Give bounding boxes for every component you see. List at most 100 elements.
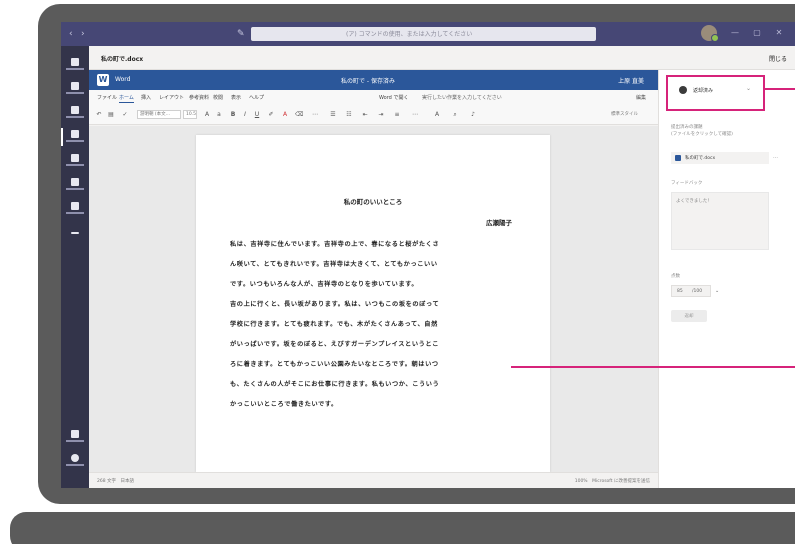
- rail-help[interactable]: [61, 450, 89, 472]
- submitted-file[interactable]: 私の町で.docx: [671, 152, 769, 164]
- tab-review[interactable]: 校閲: [213, 94, 223, 101]
- font-size-select[interactable]: 10.5: [183, 110, 197, 119]
- rail-files[interactable]: [61, 198, 89, 220]
- close-button[interactable]: 閉じる: [769, 54, 787, 63]
- files-section-sub: (ファイルをクリックして確認): [671, 132, 733, 137]
- rail-label: [66, 440, 84, 442]
- font-name-select[interactable]: 游明朝 (本文…: [137, 110, 181, 119]
- points-score: 85: [677, 289, 683, 294]
- document-line: も、たくさんの人がそこにお仕事に行きます。私もいつか、こういう: [230, 381, 440, 388]
- more-icon[interactable]: ⋯: [311, 111, 319, 118]
- bell-icon: [71, 58, 79, 66]
- grading-panel: 返却済み ⌄ 提出済みの課題 (ファイルをクリックして確認) 私の町で.docx…: [658, 70, 795, 488]
- avatar[interactable]: [701, 25, 719, 42]
- more-options-icon[interactable]: …: [773, 154, 778, 160]
- document-page[interactable]: 私の町のいいところ 広瀬陽子 私は、吉祥寺に住んでいます。吉祥寺の上で、春になる…: [196, 135, 550, 472]
- rail-label: [66, 212, 84, 214]
- callout-highlight: [666, 75, 765, 111]
- tab-layout[interactable]: レイアウト: [159, 94, 184, 101]
- style-select[interactable]: 標準スタイル: [611, 110, 647, 119]
- shrink-font-icon[interactable]: a: [215, 111, 223, 118]
- files-section-label: 提出済みの課題: [671, 125, 703, 130]
- search-placeholder: (ア) コマンドの使用、または入力してください: [346, 31, 473, 38]
- numbering-icon[interactable]: ☷: [345, 111, 353, 118]
- rail-label: [66, 464, 84, 466]
- help-icon: [71, 454, 79, 462]
- phone-icon: [71, 178, 79, 186]
- document-title: 私の町のいいところ: [343, 198, 403, 206]
- more-icon: [71, 232, 79, 234]
- rail-calls[interactable]: [61, 174, 89, 196]
- return-label: 返却: [684, 314, 694, 319]
- underline-icon[interactable]: U: [253, 111, 261, 118]
- clear-format-icon[interactable]: ⌫: [295, 111, 303, 118]
- search-input[interactable]: (ア) コマンドの使用、または入力してください: [251, 27, 596, 41]
- more-paragraph-icon[interactable]: ⋯: [411, 111, 419, 118]
- align-icon[interactable]: ≡: [393, 111, 401, 118]
- tab-help[interactable]: ヘルプ: [249, 94, 264, 101]
- document-line: がいっぱいです。坂をのぼると、えびすガーデンプレイスというとこ: [230, 341, 439, 348]
- word-file-icon: [675, 155, 681, 161]
- outdent-icon[interactable]: ⇤: [361, 111, 369, 118]
- return-button[interactable]: 返却: [671, 310, 707, 322]
- status-right[interactable]: 100% Microsoft に改善提案を送信: [575, 478, 650, 484]
- styles-icon[interactable]: A: [433, 111, 441, 118]
- bullets-icon[interactable]: ☰: [329, 111, 337, 118]
- close-window-icon[interactable]: ✕: [773, 27, 785, 39]
- edit-mode[interactable]: 編集: [636, 94, 646, 101]
- rail-apps[interactable]: [61, 426, 89, 448]
- back-icon[interactable]: ‹: [69, 29, 79, 39]
- clipboard-icon[interactable]: ▤: [107, 111, 115, 118]
- laptop-base: [10, 512, 795, 544]
- chevron-down-icon[interactable]: ⌄: [715, 288, 719, 294]
- rail-teams[interactable]: [61, 102, 89, 124]
- forward-icon[interactable]: ›: [81, 29, 91, 39]
- highlight-icon[interactable]: ✐: [267, 111, 275, 118]
- points-input[interactable]: 85 /100: [671, 285, 711, 297]
- tab-open-in-word[interactable]: Word で開く: [379, 94, 408, 101]
- feedback-text: よくできました！: [676, 199, 712, 204]
- bold-icon[interactable]: B: [229, 111, 237, 118]
- word-app-label: Word: [115, 76, 131, 83]
- tab-insert[interactable]: 挿入: [141, 94, 151, 101]
- teams-titlebar: ‹ › ✎ (ア) コマンドの使用、または入力してください — ▢ ✕: [61, 22, 795, 46]
- document-canvas[interactable]: 私の町のいいところ 広瀬陽子 私は、吉祥寺に住んでいます。吉祥寺の上で、春になる…: [89, 126, 658, 472]
- points-total: /100: [692, 289, 703, 294]
- minimize-icon[interactable]: —: [729, 27, 741, 39]
- rail-label: [66, 188, 84, 190]
- document-author: 広瀬陽子: [486, 219, 512, 227]
- rail-calendar[interactable]: [61, 150, 89, 172]
- rail-chat[interactable]: [61, 78, 89, 100]
- tab-home[interactable]: ホーム: [119, 94, 134, 103]
- find-icon[interactable]: ⌕: [451, 111, 459, 118]
- tell-me-search[interactable]: 実行したい作業を入力してください: [422, 94, 502, 101]
- document-line: ろに着きます。とてもかっこいい公園みたいなところです。朝はいつ: [230, 361, 439, 368]
- rail-label: [66, 116, 84, 118]
- document-line: かっこいいところで働きたいです。: [230, 401, 338, 408]
- rail-more[interactable]: [61, 224, 89, 246]
- rail-label: [66, 164, 84, 166]
- rail-activity[interactable]: [61, 54, 89, 76]
- document-line: 吉の上に行くと、長い坂があります。私は、いつもこの坂をのぼって: [230, 301, 440, 308]
- calendar-icon: [71, 154, 79, 162]
- undo-icon[interactable]: ↶: [95, 111, 103, 118]
- teams-icon: [71, 106, 79, 114]
- maximize-icon[interactable]: ▢: [751, 27, 763, 39]
- grow-font-icon[interactable]: A: [203, 111, 211, 118]
- feedback-field[interactable]: よくできました！: [671, 192, 769, 250]
- word-doc-name[interactable]: 私の町で - 保存済み: [341, 76, 395, 85]
- rail-label: [66, 68, 84, 70]
- rail-assignments[interactable]: [61, 126, 89, 148]
- font-color-icon[interactable]: A: [281, 111, 289, 118]
- callout-line: [511, 366, 795, 368]
- app-rail: [61, 46, 89, 488]
- tab-view[interactable]: 表示: [231, 94, 241, 101]
- dictate-icon[interactable]: ♪: [469, 111, 477, 118]
- tab-file[interactable]: ファイル: [97, 94, 117, 101]
- format-painter-icon[interactable]: ✓: [121, 111, 129, 118]
- indent-icon[interactable]: ⇥: [377, 111, 385, 118]
- tab-references[interactable]: 参考資料: [189, 94, 209, 101]
- compose-icon[interactable]: ✎: [237, 29, 247, 39]
- document-line: 学校に行きます。とても疲れます。でも、木がたくさんあって、自然: [230, 321, 438, 328]
- italic-icon[interactable]: I: [241, 111, 249, 118]
